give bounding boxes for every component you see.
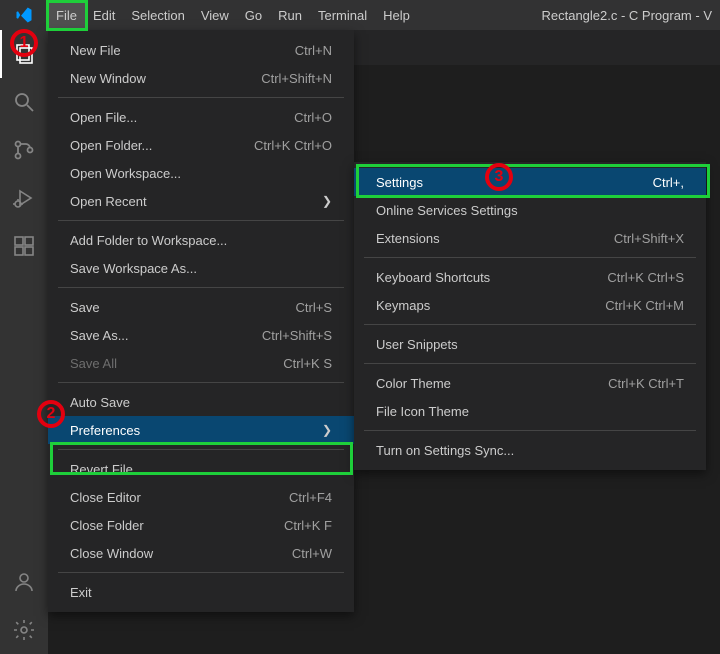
menu-save-all[interactable]: Save AllCtrl+K S [48, 349, 354, 377]
menu-settings-sync[interactable]: Turn on Settings Sync... [354, 436, 706, 464]
window-title: Rectangle2.c - C Program - V [541, 8, 720, 23]
menu-close-editor[interactable]: Close EditorCtrl+F4 [48, 483, 354, 511]
menu-separator [58, 572, 344, 573]
menu-file-icon-theme[interactable]: File Icon Theme [354, 397, 706, 425]
menu-extensions[interactable]: ExtensionsCtrl+Shift+X [354, 224, 706, 252]
menu-user-snippets[interactable]: User Snippets [354, 330, 706, 358]
menu-add-folder[interactable]: Add Folder to Workspace... [48, 226, 354, 254]
menu-separator [58, 97, 344, 98]
menu-view[interactable]: View [193, 0, 237, 30]
menubar: File Edit Selection View Go Run Terminal… [0, 0, 720, 30]
menu-close-window[interactable]: Close WindowCtrl+W [48, 539, 354, 567]
menu-separator [58, 449, 344, 450]
search-icon[interactable] [0, 78, 48, 126]
menu-separator [364, 324, 696, 325]
menu-keyboard-shortcuts[interactable]: Keyboard ShortcutsCtrl+K Ctrl+S [354, 263, 706, 291]
menu-exit[interactable]: Exit [48, 578, 354, 606]
manage-gear-icon[interactable] [0, 606, 48, 654]
run-debug-icon[interactable] [0, 174, 48, 222]
menu-separator [58, 220, 344, 221]
menu-open-folder[interactable]: Open Folder...Ctrl+K Ctrl+O [48, 131, 354, 159]
menu-save-workspace[interactable]: Save Workspace As... [48, 254, 354, 282]
menu-separator [58, 287, 344, 288]
source-control-icon[interactable] [0, 126, 48, 174]
menu-separator [364, 363, 696, 364]
menu-revert-file[interactable]: Revert File [48, 455, 354, 483]
menu-color-theme[interactable]: Color ThemeCtrl+K Ctrl+T [354, 369, 706, 397]
menu-run[interactable]: Run [270, 0, 310, 30]
menu-go[interactable]: Go [237, 0, 270, 30]
menu-settings[interactable]: SettingsCtrl+, [354, 168, 706, 196]
vscode-logo-icon [0, 6, 48, 24]
menu-open-recent[interactable]: Open Recent❯ [48, 187, 354, 215]
chevron-right-icon: ❯ [322, 194, 332, 208]
menu-save[interactable]: SaveCtrl+S [48, 293, 354, 321]
explorer-icon[interactable] [0, 30, 48, 78]
menu-open-file[interactable]: Open File...Ctrl+O [48, 103, 354, 131]
accounts-icon[interactable] [0, 558, 48, 606]
menu-file[interactable]: File [48, 0, 85, 30]
menu-separator [364, 257, 696, 258]
extensions-icon[interactable] [0, 222, 48, 270]
menu-terminal[interactable]: Terminal [310, 0, 375, 30]
menu-selection[interactable]: Selection [123, 0, 192, 30]
menu-online-services[interactable]: Online Services Settings [354, 196, 706, 224]
chevron-right-icon: ❯ [322, 423, 332, 437]
menu-new-file[interactable]: New FileCtrl+N [48, 36, 354, 64]
menu-separator [364, 430, 696, 431]
menu-auto-save[interactable]: Auto Save [48, 388, 354, 416]
menu-edit[interactable]: Edit [85, 0, 123, 30]
file-menu: New FileCtrl+N New WindowCtrl+Shift+N Op… [48, 30, 354, 612]
menu-preferences[interactable]: Preferences❯ [48, 416, 354, 444]
menu-new-window[interactable]: New WindowCtrl+Shift+N [48, 64, 354, 92]
menu-open-workspace[interactable]: Open Workspace... [48, 159, 354, 187]
menu-keymaps[interactable]: KeymapsCtrl+K Ctrl+M [354, 291, 706, 319]
menu-close-folder[interactable]: Close FolderCtrl+K F [48, 511, 354, 539]
menu-separator [58, 382, 344, 383]
menu-save-as[interactable]: Save As...Ctrl+Shift+S [48, 321, 354, 349]
preferences-submenu: SettingsCtrl+, Online Services Settings … [354, 162, 706, 470]
activity-bar [0, 30, 48, 654]
menu-help[interactable]: Help [375, 0, 418, 30]
